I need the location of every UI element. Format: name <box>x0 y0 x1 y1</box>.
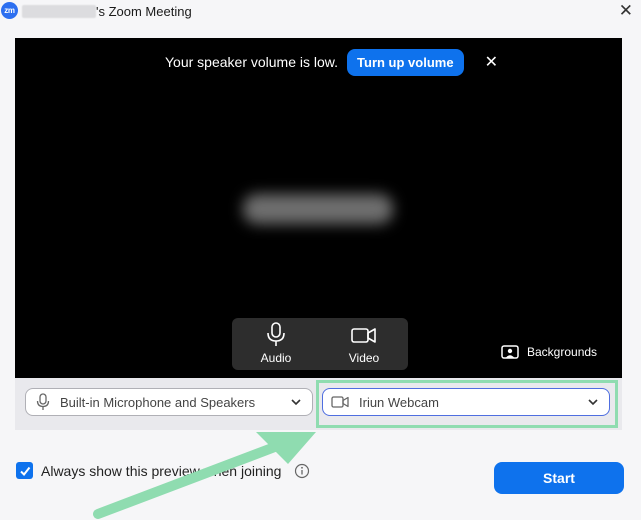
webcam-highlight-box <box>316 380 618 428</box>
microphone-icon <box>267 322 285 346</box>
preview-checkbox[interactable] <box>16 462 33 479</box>
video-preview: Your speaker volume is low. Turn up volu… <box>15 38 622 378</box>
microphone-icon <box>36 393 50 410</box>
window-title: 's Zoom Meeting <box>96 4 192 19</box>
audio-device-value: Built-in Microphone and Speakers <box>60 394 256 410</box>
preview-checkbox-label: Always show this preview when joining <box>41 463 282 479</box>
info-icon[interactable] <box>294 463 310 479</box>
zoom-logo-icon: zm <box>1 2 18 19</box>
banner-message: Your speaker volume is low. <box>165 54 339 70</box>
audio-button[interactable]: Audio <box>232 318 320 370</box>
title-bar: zm 's Zoom Meeting ✕ <box>0 0 641 24</box>
start-button[interactable]: Start <box>494 462 624 494</box>
chevron-down-icon <box>291 399 301 406</box>
backgrounds-button[interactable]: Backgrounds <box>501 345 597 359</box>
redacted-username <box>22 5 96 18</box>
banner-close-icon[interactable]: ✕ <box>485 52 498 72</box>
video-label: Video <box>348 351 380 365</box>
video-button[interactable]: Video <box>320 318 408 370</box>
audio-label: Audio <box>260 351 292 365</box>
backgrounds-icon <box>501 345 519 359</box>
checkmark-icon <box>19 466 30 476</box>
blurred-participant-name <box>243 194 393 224</box>
close-window-icon[interactable]: ✕ <box>619 1 633 21</box>
volume-banner: Your speaker volume is low. Turn up volu… <box>165 48 498 76</box>
backgrounds-label: Backgrounds <box>527 345 598 359</box>
audio-device-select[interactable]: Built-in Microphone and Speakers <box>25 388 313 416</box>
video-camera-icon <box>351 328 376 343</box>
audio-video-controls: Audio Video <box>232 318 408 370</box>
turn-up-volume-button[interactable]: Turn up volume <box>347 48 464 76</box>
